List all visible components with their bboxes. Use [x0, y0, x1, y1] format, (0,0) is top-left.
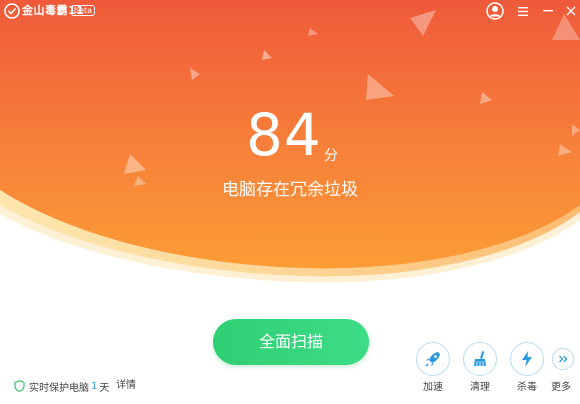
minimize-icon [543, 10, 553, 12]
lightning-icon [522, 351, 532, 367]
details-link[interactable]: 详情 [116, 380, 136, 392]
protection-status: 实时保护电脑 1 天 [14, 379, 110, 394]
user-avatar-button[interactable] [482, 0, 508, 22]
beta-badge: beta [71, 5, 96, 16]
tool-speed-up[interactable]: 加速 [414, 340, 454, 396]
status-suffix: 天 [99, 382, 110, 394]
close-icon [566, 6, 576, 16]
tool-more-label: 更多 [551, 382, 571, 393]
title-bar: 金山毒霸11 beta [0, 0, 580, 22]
tool-antivirus-circle [510, 342, 544, 376]
tool-speed-label: 加速 [423, 382, 443, 393]
close-button[interactable] [558, 0, 580, 22]
app-window: 金山毒霸11 beta 84 分 电脑存在冗余垃圾 全面扫描 加速 清理 杀毒 … [0, 0, 580, 404]
score-caption: 电脑存在冗余垃圾 [222, 180, 358, 200]
menu-button[interactable] [510, 0, 536, 22]
protection-days: 1 [91, 380, 98, 392]
tool-more-circle [552, 348, 574, 370]
shield-icon [14, 380, 25, 392]
tool-more[interactable]: 更多 [549, 340, 580, 396]
tool-clean-label: 清理 [470, 382, 490, 393]
full-scan-button[interactable]: 全面扫描 [213, 319, 369, 365]
tool-speed-circle [416, 342, 450, 376]
menu-icon [518, 6, 528, 16]
rocket-icon [425, 352, 440, 367]
health-score: 84 [246, 101, 322, 169]
avatar-icon [486, 2, 504, 20]
app-logo-icon [4, 3, 20, 19]
double-chevron-right-icon [559, 355, 568, 363]
status-prefix: 实时保护电脑 [29, 382, 89, 394]
broom-icon [474, 351, 486, 366]
tool-clean[interactable]: 清理 [461, 340, 501, 396]
score-unit: 分 [324, 148, 338, 164]
tool-clean-circle [463, 342, 497, 376]
